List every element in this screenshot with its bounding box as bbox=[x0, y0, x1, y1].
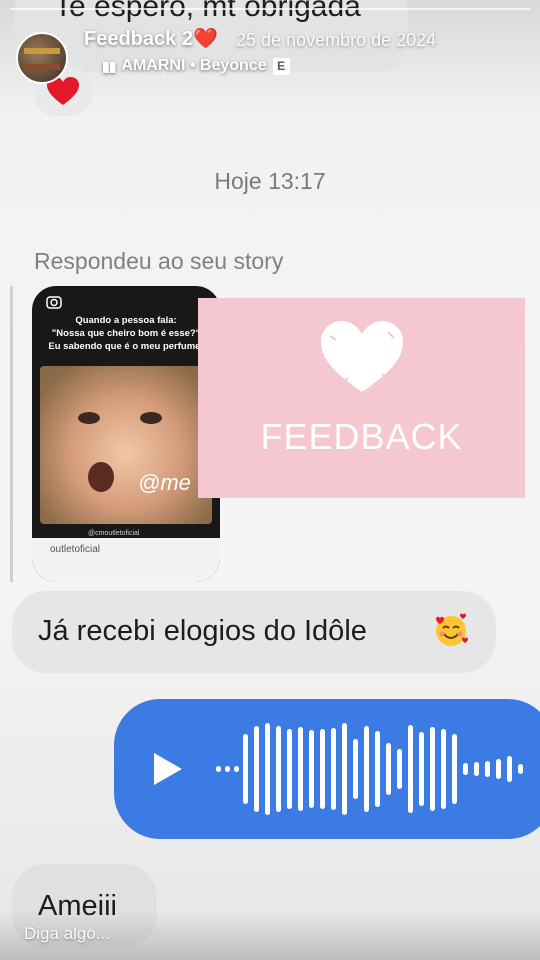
story-reply-input[interactable]: Diga algo... bbox=[0, 910, 540, 960]
story-title-text: Feedback 2 bbox=[84, 28, 193, 50]
waveform-bar bbox=[320, 729, 325, 809]
message-timestamp: Hoje 13:17 bbox=[214, 168, 326, 194]
explicit-badge: E bbox=[272, 57, 290, 75]
eye bbox=[140, 412, 162, 424]
waveform-bar bbox=[298, 727, 303, 811]
story-progress-bar bbox=[10, 8, 530, 11]
avatar-detail bbox=[24, 64, 60, 70]
shared-story-thumbnail[interactable]: Quando a pessoa fala: "Nossa que cheiro … bbox=[32, 286, 220, 582]
waveform-bar bbox=[216, 766, 221, 772]
replied-to-story-label: Respondeu ao seu story bbox=[34, 248, 284, 274]
waveform-bar bbox=[419, 732, 424, 806]
music-bars-icon: ▮▮ bbox=[102, 57, 116, 74]
smiling-face-with-hearts-icon bbox=[436, 613, 468, 646]
waveform-bar bbox=[507, 756, 512, 782]
reply-indicator-bar bbox=[10, 286, 26, 582]
audio-waveform[interactable] bbox=[214, 717, 540, 821]
waveform-bar bbox=[254, 726, 259, 812]
waveform-bar bbox=[309, 730, 314, 808]
waveform-bar bbox=[364, 726, 369, 812]
story-watermark: @cmoutletoficial bbox=[88, 530, 140, 537]
waveform-bar bbox=[265, 723, 270, 815]
story-header: Feedback 2❤️ 25 de novembro de 2024 ▮▮ A… bbox=[16, 24, 516, 84]
story-title-heart: ❤️ bbox=[192, 28, 218, 50]
waveform-bar bbox=[518, 764, 523, 774]
voice-message-bubble[interactable] bbox=[114, 699, 540, 839]
waveform-bar bbox=[430, 727, 435, 811]
waveform-bar bbox=[234, 766, 239, 772]
feedback-sticker: FEEDBACK bbox=[198, 298, 525, 498]
waveform-bar bbox=[353, 739, 358, 799]
mouth bbox=[88, 462, 114, 492]
reply-placeholder: Diga algo... bbox=[24, 924, 110, 943]
waveform-bar bbox=[397, 749, 402, 789]
waveform-bar bbox=[342, 723, 347, 815]
music-text: AMARNI • Beyonce bbox=[121, 57, 267, 74]
story-handle: @me bbox=[138, 470, 191, 495]
shared-story-footer-text: outletoficial bbox=[50, 544, 101, 555]
message-text: Já recebi elogios do Idôle bbox=[38, 615, 367, 647]
waveform-bar bbox=[441, 729, 446, 809]
waveform-bar bbox=[243, 734, 248, 804]
heart-icon bbox=[321, 321, 403, 392]
waveform-bar bbox=[287, 729, 292, 809]
waveform-bar bbox=[331, 728, 336, 810]
received-message-bubble: Já recebi elogios do Idôle bbox=[12, 591, 496, 673]
avatar-detail bbox=[24, 48, 60, 54]
waveform-bar bbox=[452, 734, 457, 804]
waveform-bar bbox=[463, 763, 468, 775]
waveform-bar bbox=[386, 743, 391, 795]
feedback-sticker-text: FEEDBACK bbox=[260, 416, 463, 457]
waveform-bar bbox=[225, 766, 230, 772]
waveform-bar bbox=[375, 731, 380, 807]
progress-segment bbox=[10, 8, 530, 10]
waveform-bar bbox=[408, 725, 413, 813]
camera-icon bbox=[46, 296, 62, 309]
waveform-bar bbox=[276, 726, 281, 812]
story-date: 25 de novembro de 2024 bbox=[236, 30, 437, 50]
message-text: Te espero, mt obrigada bbox=[54, 0, 361, 23]
shared-story-footer: outletoficial bbox=[32, 538, 220, 582]
shared-story-caption: Quando a pessoa fala: "Nossa que cheiro … bbox=[48, 315, 204, 352]
waveform-bar bbox=[474, 762, 479, 776]
story-music-label[interactable]: ▮▮ AMARNI • Beyonce E bbox=[102, 57, 290, 75]
play-icon[interactable] bbox=[150, 751, 184, 787]
story-screen: Te espero, mt obrigada Hoje 13:17 Respon… bbox=[0, 0, 540, 960]
baby-photo: @me bbox=[40, 366, 212, 524]
avatar[interactable] bbox=[16, 32, 68, 84]
eye bbox=[78, 412, 100, 424]
waveform-bar bbox=[496, 759, 501, 779]
story-title[interactable]: Feedback 2❤️ bbox=[84, 26, 218, 51]
waveform-bar bbox=[485, 761, 490, 777]
